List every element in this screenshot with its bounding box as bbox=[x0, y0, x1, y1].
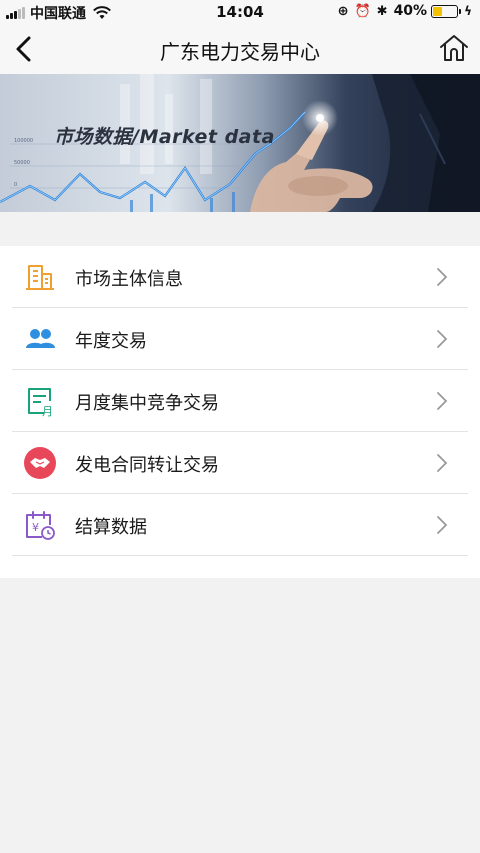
chevron-right-icon bbox=[437, 268, 448, 286]
chevron-right-icon bbox=[437, 454, 448, 472]
svg-text:100000: 100000 bbox=[14, 138, 33, 144]
page-title: 广东电力交易中心 bbox=[160, 40, 320, 64]
banner-title: 市场数据/Market data bbox=[54, 126, 275, 148]
charging-icon: ϟ bbox=[464, 4, 472, 18]
status-right: ⊕ ⏰ ✱ 40% ϟ bbox=[338, 3, 472, 19]
menu-item-settlement-data[interactable]: ¥ 结算数据 bbox=[12, 494, 468, 556]
chevron-right-icon bbox=[437, 392, 448, 410]
bluetooth-icon: ✱ bbox=[376, 3, 388, 19]
menu-list: 市场主体信息 年度交易 月 月度集中竞争交易 发电合同转让交易 ¥ 结算数据 bbox=[0, 246, 480, 578]
nav-bar: 广东电力交易中心 bbox=[0, 24, 480, 74]
menu-item-monthly-competition-trading[interactable]: 月 月度集中竞争交易 bbox=[12, 370, 468, 432]
chevron-right-icon bbox=[437, 516, 448, 534]
battery-icon bbox=[431, 4, 462, 18]
calendar-month-icon: 月 bbox=[28, 388, 53, 417]
menu-item-label: 市场主体信息 bbox=[75, 269, 183, 290]
menu-item-annual-trading[interactable]: 年度交易 bbox=[12, 308, 468, 370]
svg-text:50000: 50000 bbox=[14, 160, 30, 166]
chevron-right-icon bbox=[437, 330, 448, 348]
building-icon bbox=[26, 265, 54, 290]
svg-text:月: 月 bbox=[42, 405, 53, 417]
battery-percent: 40% bbox=[393, 3, 428, 19]
menu-item-label: 年度交易 bbox=[75, 331, 147, 352]
handshake-icon bbox=[24, 447, 56, 479]
settlement-calendar-icon: ¥ bbox=[26, 511, 55, 540]
orientation-lock-icon: ⊕ bbox=[337, 3, 349, 19]
alarm-icon: ⏰ bbox=[354, 3, 371, 19]
menu-item-label: 发电合同转让交易 bbox=[75, 455, 219, 476]
menu-item-power-contract-transfer[interactable]: 发电合同转让交易 bbox=[12, 432, 468, 494]
svg-text:0: 0 bbox=[14, 182, 17, 188]
users-icon bbox=[26, 329, 55, 348]
menu-item-market-entity-info[interactable]: 市场主体信息 bbox=[12, 246, 468, 308]
home-button[interactable] bbox=[438, 32, 470, 64]
svg-text:¥: ¥ bbox=[32, 521, 39, 534]
menu-item-label: 结算数据 bbox=[75, 517, 147, 538]
menu-item-label: 月度集中竞争交易 bbox=[75, 393, 219, 414]
status-bar: 中国联通 14:04 ⊕ ⏰ ✱ 40% ϟ bbox=[0, 0, 480, 24]
market-data-banner[interactable]: 100000 50000 0 市场数据/Market data bbox=[0, 74, 480, 212]
